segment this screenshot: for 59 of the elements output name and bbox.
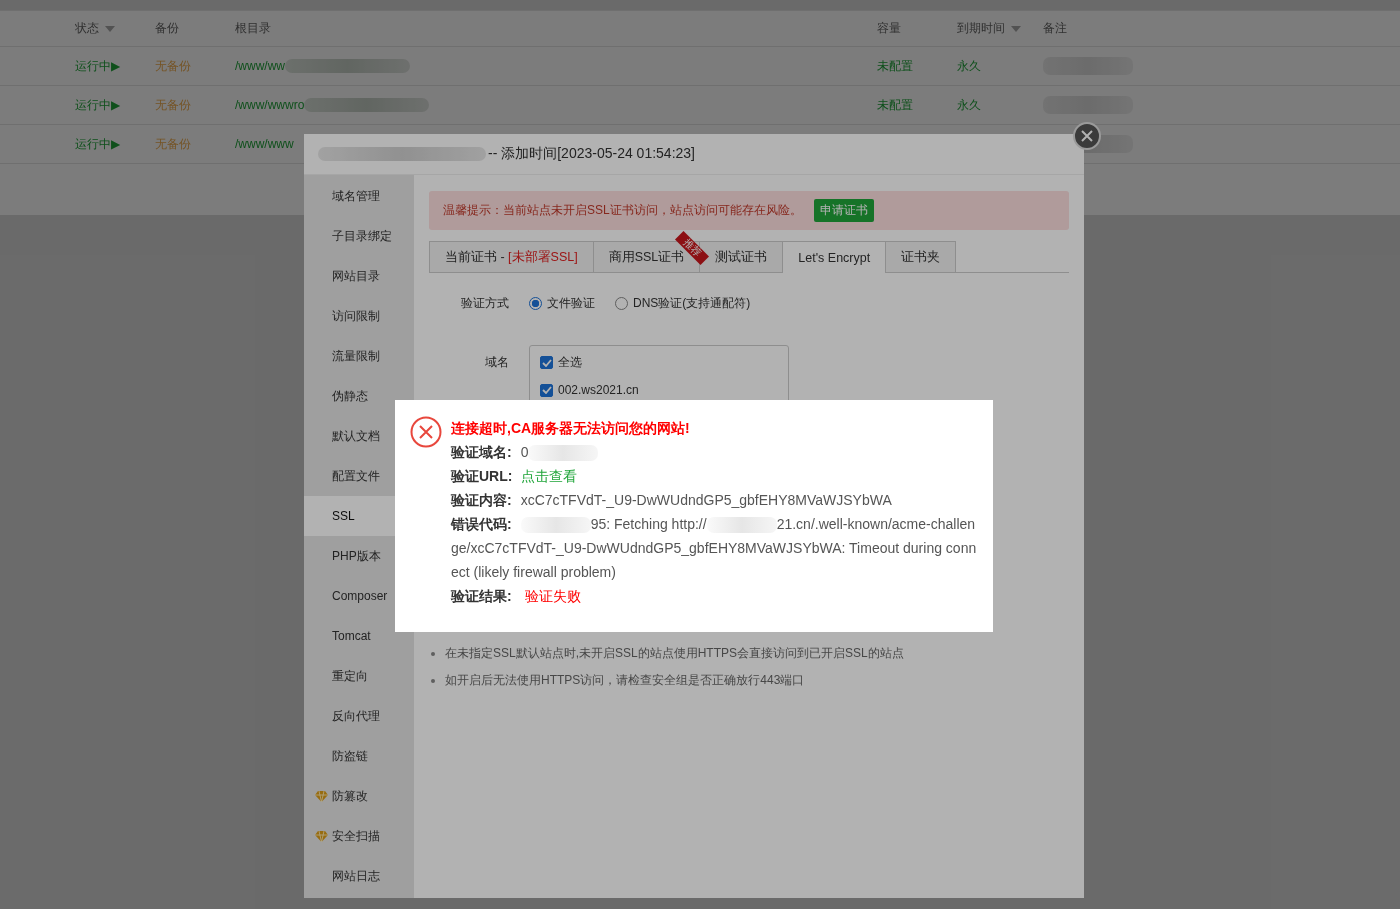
alert-field: 验证内容: xcC7cTFVdT-_U9-DwWUdndGP5_gbfEHY8MVaWJSYbWA: [451, 488, 977, 512]
error-icon: [410, 416, 442, 448]
column-header: 备份: [155, 20, 179, 37]
radio-option[interactable]: DNS验证(支持通配符): [615, 295, 751, 312]
note-text: 在未指定SSL默认站点时,未开启SSL的站点使用HTTPS会直接访问到已开启SSL的站点: [445, 645, 904, 662]
menu-item[interactable]: 伪静态: [304, 376, 414, 416]
bullet-dot: [431, 651, 435, 656]
note-text: 如开启后无法使用HTTPS访问，请检查安全组是否正确放行443端口: [445, 672, 805, 689]
column-header: 根目录: [235, 20, 271, 37]
check-icon: [541, 386, 552, 394]
alert-title: 连接超时,CA服务器无法访问您的网站!: [451, 419, 691, 438]
dialog-title: -- 添加时间[2023-05-24 01:54:23]: [304, 134, 1084, 175]
menu-item[interactable]: 安全扫描: [304, 816, 414, 856]
table-cell: 无备份: [155, 96, 191, 114]
menu-item[interactable]: 网站目录: [304, 256, 414, 296]
menu-item[interactable]: 网站日志: [304, 856, 414, 896]
alert-field: 验证结果: 验证失败: [451, 584, 977, 608]
check-icon: [541, 358, 552, 367]
checkbox-option[interactable]: 002.ws2021.cn: [540, 383, 768, 397]
bullet-dot: [431, 678, 435, 683]
tab[interactable]: Let's Encrypt: [782, 241, 887, 273]
table-cell: 无备份: [155, 57, 191, 75]
gem-icon: [315, 830, 328, 842]
table-cell: 永久: [957, 57, 981, 75]
table-cell: /www/www: [235, 137, 294, 151]
table-cell: 永久: [957, 96, 981, 114]
menu-item[interactable]: 流量限制: [304, 336, 414, 376]
alert-field: 验证域名: 0: [451, 440, 977, 464]
menu-item[interactable]: 子目录绑定: [304, 216, 414, 256]
table-cell: 无备份: [155, 135, 191, 153]
menu-item[interactable]: 重定向: [304, 656, 414, 696]
menu-item[interactable]: 域名管理: [304, 176, 414, 216]
column-header: 状态: [75, 20, 99, 37]
table-cell: /www/wwwro: [235, 98, 305, 112]
redaction-blur: [520, 517, 591, 534]
menu-item[interactable]: 访问限制: [304, 296, 414, 336]
redaction-blur: [528, 445, 599, 462]
column-header: 容量: [877, 20, 901, 37]
menu-item[interactable]: 防篡改: [304, 776, 414, 816]
tab[interactable]: 证书夹: [885, 241, 957, 272]
table-cell: 未配置: [877, 96, 913, 114]
menu-item[interactable]: Tomcat: [304, 616, 414, 656]
menu-item[interactable]: 防盗链: [304, 736, 414, 776]
form-label: 域名: [484, 354, 509, 371]
form-label: 验证方式: [460, 295, 509, 312]
table-cell: 未配置: [877, 57, 913, 75]
gem-icon: [315, 790, 328, 802]
alert-field: 验证URL: 点击查看: [451, 464, 977, 488]
warning-text: 温馨提示：当前站点未开启SSL证书访问，站点访问可能存在风险。: [443, 202, 802, 219]
alert-field: 错误代码: 95: Fetching http:// 21.cn/.well-known/acme-challenge/xcC7cTFVdT-_U9-DwWUdndGP5_gbfEHY8MVaWJSYbWA: Timeout during connect (likely firewall problem): [451, 512, 977, 584]
checkbox-option[interactable]: 全选: [540, 354, 768, 371]
column-header: 到期时间: [957, 20, 1005, 37]
redaction-blur: [706, 517, 777, 534]
column-header: 备注: [1043, 20, 1067, 37]
menu-item[interactable]: 反向代理: [304, 696, 414, 736]
table-cell: /www/ww: [235, 59, 285, 73]
radio-option[interactable]: 文件验证: [529, 295, 595, 312]
close-icon: [1081, 130, 1093, 142]
tab[interactable]: 当前证书 - [未部署SSL]: [429, 241, 594, 272]
